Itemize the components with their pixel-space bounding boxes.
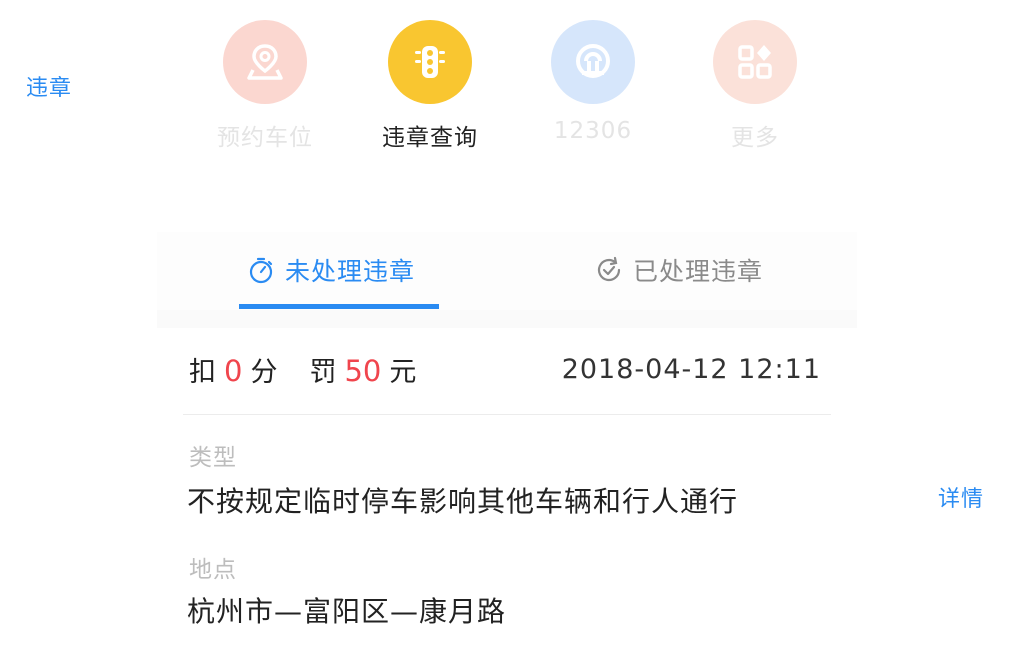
nav-item-12306[interactable]: 12306 (533, 20, 653, 144)
violation-side-label: 违章 (26, 76, 73, 101)
nav-item-parking[interactable]: 预约车位 (205, 20, 325, 152)
deduct-prefix: 扣 (189, 357, 216, 388)
card-divider (183, 414, 831, 415)
active-tab-indicator (239, 304, 439, 309)
nav-label-12306: 12306 (553, 118, 633, 144)
location-value: 杭州市—富阳区—康月路 (187, 595, 507, 628)
nav-label-violation-query: 违章查询 (382, 125, 478, 151)
fine-prefix: 罚 (309, 357, 337, 388)
nav-item-violation-query[interactable]: 违章查询 (370, 20, 490, 152)
deduct-points: 0 (224, 354, 243, 388)
deduct-unit: 分 (250, 357, 278, 388)
penalty-summary: 扣 0 分 罚 50 元 (189, 350, 416, 389)
apps-grid-icon (713, 20, 797, 104)
nav-label-more: 更多 (731, 125, 779, 151)
tab-unprocessed-label: 未处理违章 (285, 257, 416, 286)
violation-record-card[interactable]: 扣 0 分 罚 50 元 2018-04-12 12:11 类型 不按规定临时停… (157, 328, 857, 672)
fine-unit: 元 (389, 357, 417, 388)
violation-tabs: 未处理违章 已处理违章 (157, 232, 857, 310)
parking-location-icon (223, 20, 307, 104)
location-label: 地点 (189, 557, 237, 583)
violation-datetime: 2018-04-12 12:11 (561, 354, 821, 385)
tab-processed-label: 已处理违章 (633, 257, 764, 286)
stopwatch-icon (247, 256, 275, 284)
details-side-label[interactable]: 详情 (938, 481, 984, 513)
tab-processed[interactable]: 已处理违章 (595, 252, 763, 288)
railway-icon (551, 20, 635, 104)
traffic-light-icon (388, 20, 472, 104)
fine-amount: 50 (344, 354, 382, 388)
nav-item-more[interactable]: 更多 (695, 20, 815, 152)
type-label: 类型 (189, 445, 237, 471)
tab-unprocessed[interactable]: 未处理违章 (247, 252, 415, 288)
check-cycle-icon (595, 256, 623, 284)
nav-label-parking: 预约车位 (217, 125, 313, 151)
type-value: 不按规定临时停车影响其他车辆和行人通行 (187, 485, 739, 518)
violation-panel: 未处理违章 已处理违章 扣 0 分 罚 50 元 2018-04-12 12:1… (157, 232, 857, 672)
